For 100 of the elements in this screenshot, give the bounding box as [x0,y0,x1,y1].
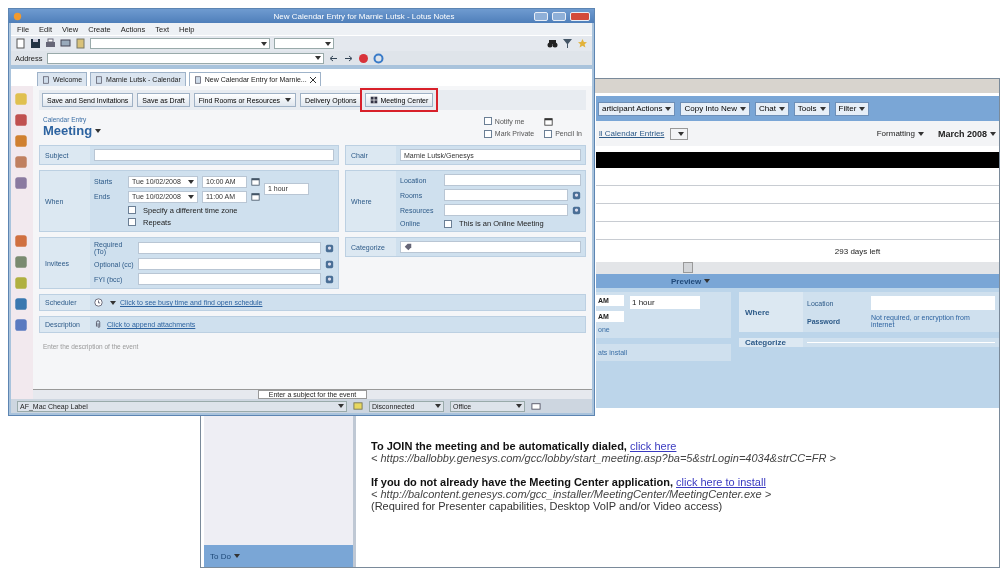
caret-icon [435,404,441,408]
maximize-button[interactable] [552,11,566,21]
app-launcher-icon[interactable] [14,113,28,127]
address-book-icon[interactable] [325,274,334,284]
checkbox[interactable] [544,129,553,138]
funnel-icon[interactable] [562,38,573,49]
page-icon[interactable] [15,38,26,49]
input-field[interactable] [138,273,321,285]
checkbox[interactable] [483,129,492,138]
page-icon[interactable] [95,75,104,84]
preview-bar[interactable]: Preview [596,274,999,288]
link[interactable]: click here [629,440,677,452]
close-icon[interactable] [309,76,316,83]
app-launcher-icon[interactable] [14,255,28,269]
checkbox[interactable] [483,117,492,125]
caret-icon [819,106,826,111]
caret-icon [917,131,924,136]
app-launcher-icon[interactable] [14,297,28,311]
app-launcher-icon[interactable] [14,134,28,148]
todo-menu[interactable]: To Do [204,545,353,567]
scrollbar[interactable] [596,262,999,274]
caret-icon [325,41,331,46]
menu-button[interactable]: Copy Into New [680,101,750,116]
clock-icon[interactable] [94,298,103,307]
menu-button[interactable]: Tools [793,101,830,116]
caret-icon [990,131,996,136]
caret-icon [665,106,672,111]
input-field[interactable] [138,242,321,254]
input-field[interactable] [444,174,581,186]
field-label: Categorize [739,338,803,347]
view-dropdown[interactable] [670,127,689,140]
input-field[interactable] [138,258,321,270]
input-field[interactable] [444,204,568,216]
input-field[interactable] [444,189,568,201]
duration-field[interactable]: 1 hour [630,296,700,309]
address-book-icon[interactable] [572,190,581,200]
envelope-icon[interactable] [353,401,363,411]
link[interactable]: click here to install [676,476,766,488]
caret-icon [859,106,866,111]
days-left-label: 293 days left [834,246,881,256]
caret-icon [188,179,194,184]
url-text[interactable]: < http://balcontent.genesys.com/gcc_installer/MeetingCenter/MeetingCenter.exe > [371,488,836,500]
caret-icon [677,131,684,136]
refresh-icon[interactable] [373,52,384,64]
categorize-field[interactable] [400,241,581,253]
monitor-icon[interactable] [60,38,71,49]
tag-icon[interactable] [404,243,412,251]
clipboard-icon[interactable] [75,38,86,49]
page-icon[interactable] [193,75,202,84]
star-icon[interactable] [577,38,588,49]
calendar-icon[interactable] [251,192,260,201]
caret-icon [95,128,102,133]
view-link[interactable]: ll Calendar Entries [599,129,665,138]
month-menu[interactable]: March 2008 [937,128,996,139]
scroll-thumb[interactable] [683,262,693,273]
paperclip-icon[interactable] [94,320,103,329]
checkbox[interactable] [128,206,136,214]
caret-icon [188,194,194,199]
calendar-icon[interactable] [251,177,260,186]
checkbox[interactable] [128,218,136,226]
grid-icon[interactable] [370,96,379,104]
app-launcher-icon[interactable] [14,176,28,190]
note-text: (Required for Presenter capabilities, Desktop VoIP and/or Video access) [371,500,724,512]
page-icon[interactable] [42,75,50,84]
minimize-button[interactable] [534,11,548,21]
address-book-icon[interactable] [572,205,581,215]
inbox-icon[interactable] [531,401,541,411]
app-launcher-icon[interactable] [14,276,28,290]
location-field[interactable] [871,296,995,310]
address-field[interactable] [46,52,324,64]
paragraph: If you do not already have the Meeting Center application, click here to install [371,476,767,488]
app-launcher-icon[interactable] [14,234,28,248]
field-label: Where [739,292,803,332]
url-text[interactable]: < https://ballobby.genesys.com/gcc/lobby/start_meeting.asp?ba=5&strLogin=4034&strCC=FR > [371,452,836,464]
calendar-icon[interactable] [544,116,554,126]
menu-button[interactable]: Filter [834,101,870,116]
window-title: New Calendar Entry for Marnie Lutsk - Lotus Notes [273,11,456,21]
save-icon[interactable] [30,38,41,49]
address-book-icon[interactable] [325,243,334,253]
app-launcher-icon[interactable] [14,155,28,169]
close-button[interactable] [570,11,590,21]
caret-icon [739,106,746,111]
caret-icon [778,106,785,111]
form-title-dropdown[interactable]: Meeting [43,123,102,138]
paragraph: To JOIN the meeting and be automatically dialed, click here [371,440,678,452]
binoculars-icon[interactable] [547,38,558,49]
menu-button[interactable]: Chat [754,101,789,116]
caret-icon [261,41,267,46]
app-launcher-icon[interactable] [14,318,28,332]
caret-icon [233,554,240,558]
stop-icon[interactable] [358,52,369,64]
caret-icon [315,56,321,60]
subject-field[interactable] [94,149,334,161]
formatting-menu[interactable]: Formatting [876,129,924,138]
menu-button[interactable]: articipant Actions [598,101,676,116]
address-book-icon[interactable] [325,259,334,269]
checkbox[interactable] [444,219,452,228]
font-dropdown[interactable] [90,38,270,49]
printer-icon[interactable] [45,38,56,49]
caret-icon [704,279,711,283]
